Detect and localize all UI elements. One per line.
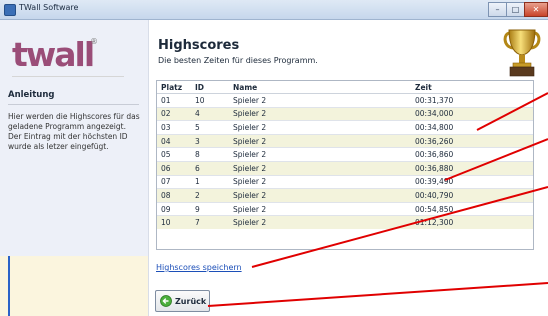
cell-platz: 09 <box>157 201 191 216</box>
cell-platz: 02 <box>157 106 191 121</box>
sidebar-bottom-panel <box>0 256 148 316</box>
cell-id: 5 <box>191 120 229 135</box>
cell-id: 3 <box>191 133 229 148</box>
cell-id: 1 <box>191 174 229 189</box>
table-row[interactable]: 02 4 Spieler 2 00:34,000 <box>157 106 533 121</box>
column-header-zeit[interactable]: Zeit <box>411 81 533 94</box>
cell-platz: 03 <box>157 120 191 135</box>
page-subtitle: Die besten Zeiten für dieses Programm. <box>158 56 318 65</box>
cell-id: 4 <box>191 106 229 121</box>
cell-id: 10 <box>191 93 229 108</box>
logo: twall ® <box>12 35 98 74</box>
table-row[interactable]: 08 2 Spieler 2 00:40,790 <box>157 188 533 203</box>
logo-divider <box>12 76 124 77</box>
cell-zeit: 00:34,000 <box>411 106 533 121</box>
cell-platz: 06 <box>157 160 191 176</box>
table-row[interactable]: 05 8 Spieler 2 00:36,860 <box>157 147 533 162</box>
column-header-id[interactable]: ID <box>191 81 229 94</box>
cell-zeit: 01:12,300 <box>411 215 533 229</box>
close-button[interactable]: ✕ <box>524 2 548 17</box>
cell-zeit: 00:54,850 <box>411 201 533 216</box>
cell-name: Spieler 2 <box>229 133 411 148</box>
cell-id: 7 <box>191 215 229 229</box>
cell-platz: 04 <box>157 133 191 148</box>
cell-name: Spieler 2 <box>229 160 411 176</box>
back-button[interactable]: Zurück <box>155 290 210 312</box>
cell-zeit: 00:36,880 <box>411 160 533 176</box>
cell-id: 2 <box>191 188 229 203</box>
cell-name: Spieler 2 <box>229 215 411 229</box>
cell-zeit: 00:39,490 <box>411 174 533 189</box>
cell-platz: 10 <box>157 215 191 229</box>
back-button-label: Zurück <box>175 296 207 306</box>
cell-id: 9 <box>191 201 229 216</box>
table-row[interactable]: 07 1 Spieler 2 00:39,490 <box>157 174 533 189</box>
cell-name: Spieler 2 <box>229 147 411 162</box>
maximize-button[interactable]: □ <box>506 2 525 17</box>
cell-name: Spieler 2 <box>229 201 411 216</box>
table-row[interactable]: 09 9 Spieler 2 00:54,850 <box>157 201 533 216</box>
sidebar-divider <box>8 104 139 105</box>
logo-trademark: ® <box>90 37 98 46</box>
highscore-table[interactable]: Platz ID Name Zeit 01 10 Spieler 2 00:31… <box>156 80 534 250</box>
save-highscores-link[interactable]: Highscores speichern <box>156 263 242 272</box>
minimize-button[interactable]: – <box>488 2 507 17</box>
sidebar: twall ® Anleitung Hier werden die Highsc… <box>0 20 149 316</box>
cell-platz: 05 <box>157 147 191 162</box>
column-header-name[interactable]: Name <box>229 81 411 94</box>
cell-platz: 01 <box>157 93 191 108</box>
cell-name: Spieler 2 <box>229 93 411 108</box>
cell-zeit: 00:34,800 <box>411 120 533 135</box>
cell-name: Spieler 2 <box>229 174 411 189</box>
title-bar: TWall Software – □ ✕ <box>0 0 548 20</box>
app-icon <box>4 4 16 16</box>
table-row[interactable]: 06 6 Spieler 2 00:36,880 <box>157 160 533 176</box>
cell-name: Spieler 2 <box>229 106 411 121</box>
cell-name: Spieler 2 <box>229 188 411 203</box>
cell-platz: 08 <box>157 188 191 203</box>
cell-zeit: 00:36,860 <box>411 147 533 162</box>
cell-name: Spieler 2 <box>229 120 411 135</box>
table-row[interactable]: 04 3 Spieler 2 00:36,260 <box>157 133 533 148</box>
cell-zeit: 00:40,790 <box>411 188 533 203</box>
cell-zeit: 00:31,370 <box>411 93 533 108</box>
table-row[interactable]: 01 10 Spieler 2 00:31,370 <box>157 93 533 108</box>
window-title: TWall Software <box>19 3 79 12</box>
column-header-platz[interactable]: Platz <box>157 81 191 94</box>
sidebar-heading: Anleitung <box>8 90 55 100</box>
annotation-line-back <box>207 282 548 307</box>
sidebar-description: Hier werden die Highscores für das gelad… <box>8 112 140 151</box>
page-title: Highscores <box>158 38 240 53</box>
cell-id: 6 <box>191 160 229 176</box>
window-controls: – □ ✕ <box>488 2 548 17</box>
trophy-icon <box>503 29 541 77</box>
table-row[interactable]: 03 5 Spieler 2 00:34,800 <box>157 120 533 135</box>
table-row[interactable]: 10 7 Spieler 2 01:12,300 <box>157 215 533 229</box>
cell-id: 8 <box>191 147 229 162</box>
cell-zeit: 00:36,260 <box>411 133 533 148</box>
cell-platz: 07 <box>157 174 191 189</box>
logo-text: twall <box>12 35 95 74</box>
sidebar-accent-line <box>8 256 10 316</box>
table-header-row: Platz ID Name Zeit <box>157 81 533 94</box>
back-arrow-icon <box>160 295 172 307</box>
